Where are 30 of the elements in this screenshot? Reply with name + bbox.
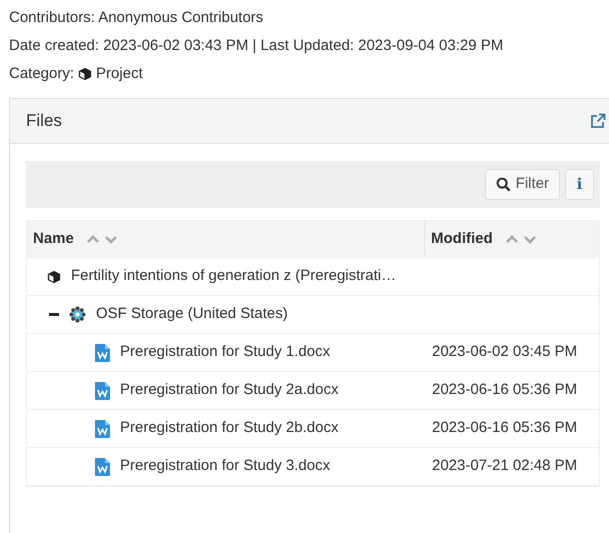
external-link-icon[interactable] — [590, 113, 606, 129]
modified-date: 2023-06-02 03:45 PM — [431, 342, 578, 362]
document-icon — [95, 344, 110, 362]
column-header[interactable]: Modified — [431, 228, 493, 250]
storage-icon — [69, 306, 86, 323]
info-button[interactable]: i — [565, 169, 594, 200]
filter-button[interactable]: Filter — [484, 169, 560, 200]
dates-text: Date created: 2023-06-02 03:43 PM | Last Updated: 2023-09-04 03:29 PM — [9, 36, 504, 56]
cube-icon — [78, 67, 92, 81]
file-name[interactable]: Preregistration for Study 1.docx — [120, 341, 330, 364]
search-icon — [496, 177, 511, 192]
modified-date: 2023-06-16 05:36 PM — [431, 418, 578, 438]
sort-icon[interactable] — [86, 233, 120, 245]
cube-icon — [47, 270, 61, 284]
file-name[interactable]: OSF Storage (United States) — [96, 303, 288, 326]
panel-title: Files — [26, 110, 62, 132]
file-name[interactable]: Preregistration for Study 3.docx — [120, 455, 330, 478]
category-label: Category: — [9, 64, 74, 84]
document-icon — [95, 458, 110, 476]
column-header[interactable]: Name — [33, 228, 74, 250]
file-name[interactable]: Fertility intentions of generation z (Preregistrati… — [71, 265, 396, 288]
modified-date: 2023-07-21 02:48 PM — [431, 456, 578, 476]
modified-date: 2023-06-16 05:36 PM — [431, 380, 578, 400]
category-value: Project — [96, 64, 143, 84]
contributors-text: Contributors: Anonymous Contributors — [9, 8, 264, 28]
sort-icon[interactable] — [504, 233, 539, 245]
document-icon — [95, 420, 110, 438]
file-name[interactable]: Preregistration for Study 2b.docx — [120, 417, 338, 440]
file-name[interactable]: Preregistration for Study 2a.docx — [120, 379, 338, 402]
document-icon — [95, 382, 110, 400]
